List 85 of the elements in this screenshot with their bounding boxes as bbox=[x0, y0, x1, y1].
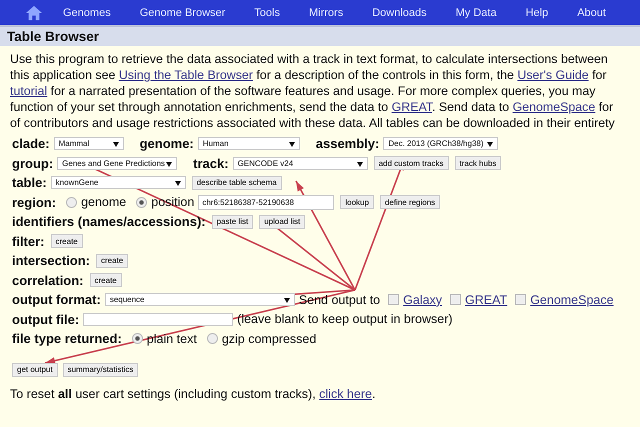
checkbox[interactable] bbox=[450, 294, 462, 306]
field-label: output file: bbox=[12, 312, 80, 327]
form-button[interactable]: define regions bbox=[380, 195, 440, 210]
field-label: table: bbox=[12, 175, 47, 190]
radio-button[interactable] bbox=[136, 196, 148, 208]
text-link[interactable]: GenomeSpace bbox=[512, 100, 596, 114]
nav-menu-item[interactable]: Genome Browser bbox=[140, 6, 226, 18]
dropdown[interactable]: Genes and Gene Predictions bbox=[57, 156, 178, 170]
form-button[interactable]: create bbox=[96, 254, 128, 268]
position-field[interactable]: chr6:52186387-52190638 bbox=[198, 194, 334, 210]
footer-text: . bbox=[372, 386, 376, 400]
field-label: region: bbox=[12, 194, 56, 210]
nav-menu-item[interactable]: My Data bbox=[456, 6, 497, 18]
dropdown[interactable]: sequence bbox=[104, 293, 295, 306]
intro-text: . Send data to bbox=[432, 100, 510, 114]
field-label: track: bbox=[193, 156, 229, 171]
intro-text: for bbox=[591, 68, 607, 82]
nav-menu-item[interactable]: Help bbox=[526, 6, 548, 18]
text-link[interactable]: tutorial bbox=[10, 84, 48, 98]
field-label: identifiers (names/accessions): bbox=[12, 214, 206, 230]
form-button[interactable]: paste list bbox=[212, 214, 254, 229]
text-link[interactable]: Using the Table Browser bbox=[118, 68, 253, 82]
form-button[interactable]: create bbox=[90, 273, 122, 288]
home-icon[interactable] bbox=[25, 4, 43, 20]
radio-label: genome bbox=[81, 195, 126, 210]
radio-button[interactable] bbox=[206, 333, 218, 344]
checkbox[interactable] bbox=[515, 294, 526, 306]
radio-button[interactable] bbox=[132, 333, 143, 344]
form-button[interactable]: create bbox=[50, 234, 83, 248]
footer-text: all bbox=[58, 386, 72, 400]
caret-icon bbox=[487, 142, 494, 148]
text-link[interactable]: Galaxy bbox=[403, 292, 442, 307]
checkbox[interactable] bbox=[388, 294, 400, 306]
caret-icon bbox=[166, 162, 172, 167]
text-link[interactable]: click here bbox=[319, 386, 372, 400]
intro-text: Use this program to retrieve the data associated with a track in text format, to calculate intersections between bbox=[10, 52, 608, 66]
form-button[interactable]: get output bbox=[12, 362, 58, 376]
intro-text: this application see bbox=[10, 68, 116, 82]
intro-text: for a description of the controls in this form, the bbox=[255, 68, 515, 82]
input-field[interactable] bbox=[83, 312, 234, 326]
form-button[interactable]: upload list bbox=[259, 214, 306, 229]
form-button[interactable]: add custom tracks bbox=[374, 156, 448, 170]
form-button[interactable]: summary/statistics bbox=[62, 362, 138, 376]
intro-text: function of your set through annotation enrichments, send the data to bbox=[10, 100, 390, 114]
field-label: correlation: bbox=[12, 272, 84, 288]
caret-icon bbox=[174, 181, 181, 186]
footer-text: To reset bbox=[10, 386, 56, 400]
text-link[interactable]: GREAT bbox=[465, 292, 508, 307]
field-label: assembly: bbox=[316, 136, 380, 152]
caret-icon bbox=[288, 142, 295, 148]
form-button[interactable]: lookup bbox=[340, 195, 374, 210]
field-label: file type returned: bbox=[12, 331, 122, 346]
footer-text: user cart settings (including custom tracks), bbox=[74, 386, 317, 400]
nav-menu-item[interactable]: Downloads bbox=[372, 6, 427, 18]
nav-menu-item[interactable]: About bbox=[577, 6, 606, 18]
field-label: output format: bbox=[12, 292, 101, 308]
radio-button[interactable] bbox=[66, 196, 78, 208]
radio-label: plain text bbox=[146, 332, 197, 346]
hint-text: (leave blank to keep output in browser) bbox=[237, 312, 453, 326]
caret-icon bbox=[356, 162, 363, 167]
intro-text: of contributors and usage restrictions associated with these data. All tables can be downloaded in their entirety bbox=[10, 116, 615, 130]
nav-menu-item[interactable]: Genomes bbox=[63, 6, 111, 18]
field-label: clade: bbox=[12, 136, 50, 152]
radio-label: gzip compressed bbox=[222, 332, 316, 346]
field-label: intersection: bbox=[12, 253, 90, 268]
intro-text: for a narrated presentation of the software features and usage. For more complex queries, you may bbox=[50, 84, 596, 98]
dropdown[interactable]: Dec. 2013 (GRCh38/hg38) bbox=[383, 137, 498, 150]
nav-menu-item[interactable]: Mirrors bbox=[308, 6, 344, 18]
caret-icon bbox=[284, 298, 290, 304]
nav-menu-item[interactable]: Tools bbox=[254, 6, 280, 18]
text-link[interactable]: GenomeSpace bbox=[530, 292, 614, 307]
dropdown[interactable]: knownGene bbox=[50, 176, 186, 190]
field-label: genome: bbox=[140, 136, 194, 152]
field-label: filter: bbox=[12, 234, 44, 249]
dropdown[interactable]: GENCODE v24 bbox=[232, 156, 368, 170]
caret-icon bbox=[112, 142, 119, 148]
field-label: group: bbox=[12, 156, 54, 171]
text-link[interactable]: GREAT bbox=[392, 100, 432, 114]
page-title: Table Browser bbox=[7, 29, 100, 44]
dropdown[interactable]: Human bbox=[198, 137, 300, 150]
dropdown[interactable]: Mammal bbox=[54, 137, 124, 150]
intro-text: for bbox=[598, 100, 614, 114]
form-button[interactable]: describe table schema bbox=[192, 176, 282, 190]
form-button[interactable]: track hubs bbox=[454, 156, 502, 170]
text-link[interactable]: User's Guide bbox=[517, 68, 589, 82]
